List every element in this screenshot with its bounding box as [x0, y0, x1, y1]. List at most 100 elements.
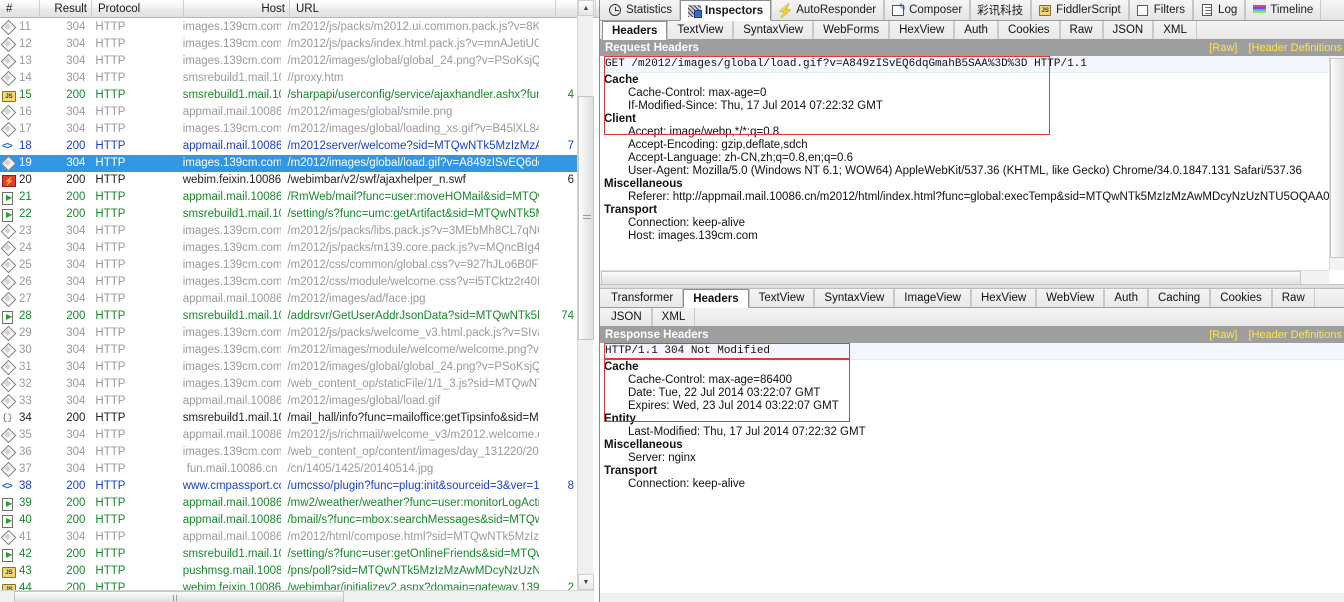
request-vertical-scrollbar[interactable] [1329, 56, 1344, 270]
response-header-item[interactable]: Expires: Wed, 23 Jul 2014 03:22:07 GMT [600, 399, 1344, 412]
response-tab-syntaxview[interactable]: SyntaxView [814, 289, 895, 307]
column-header-num[interactable]: # [0, 0, 40, 18]
sessions-vscroll-thumb[interactable] [578, 96, 594, 340]
request-tab-hexview[interactable]: HexView [889, 21, 955, 39]
request-header-item[interactable]: User-Agent: Mozilla/5.0 (Windows NT 6.1;… [600, 164, 1344, 177]
table-row[interactable]: 23 304 HTTP images.139cm.com/m2012/js/packs… [0, 223, 578, 240]
tab-statistics[interactable]: Statistics [602, 0, 681, 20]
table-row[interactable]: 17 304 HTTP images.139cm.com/m2012/images/g… [0, 121, 578, 138]
response-tab-textview[interactable]: TextView [748, 289, 815, 307]
sessions-hscroll-thumb[interactable] [14, 591, 344, 602]
request-raw-link[interactable]: [Raw] [1209, 42, 1237, 54]
table-row[interactable]: JS15 200 HTTP smsrebuild1.mail.1008... /shar… [0, 87, 578, 104]
request-tab-webforms[interactable]: WebForms [813, 21, 890, 39]
request-header-item[interactable]: Referer: http://appmail.mail.10086.cn/m2… [600, 190, 1344, 203]
table-row[interactable]: 31 304 HTTP images.139cm.com/m2012/images/g… [0, 359, 578, 376]
tab-autoresponder[interactable]: ⚡ AutoResponder [771, 0, 885, 20]
table-row[interactable]: 12 304 HTTP images.139cm.com/m2012/js/packs… [0, 36, 578, 53]
request-header-definitions-link[interactable]: [Header Definitions [1248, 42, 1342, 54]
table-row[interactable]: 30 304 HTTP images.139cm.com/m2012/images/m… [0, 342, 578, 359]
scroll-down-arrow-icon[interactable]: ▼ [578, 574, 594, 590]
response-tab-hexview[interactable]: HexView [970, 289, 1037, 307]
request-tab-cookies[interactable]: Cookies [997, 21, 1060, 39]
tab-timeline[interactable]: Timeline [1245, 0, 1322, 20]
request-tab-headers[interactable]: Headers [602, 21, 668, 40]
table-row[interactable]: 36 304 HTTP images.139cm.com/web_content_op… [0, 444, 578, 461]
tab-composer[interactable]: Composer [884, 0, 971, 20]
table-row[interactable]: 37 304 HTTP fun.mail.10086.cn/cn/1405/1425/… [0, 461, 578, 478]
main-tab-strip[interactable]: Statistics Inspectors ⚡AutoResponder Compos… [600, 0, 1344, 21]
table-row[interactable]: 28 200 HTTP smsrebuild1.mail.1008... /addrsv… [0, 308, 578, 325]
table-row[interactable]: 21 200 HTTP appmail.mail.10086.cn/RmWeb/mai… [0, 189, 578, 206]
table-row[interactable]: 27 304 HTTP appmail.mail.10086.cn/m2012/ima… [0, 291, 578, 308]
request-horizontal-scrollbar[interactable] [600, 270, 1329, 284]
table-row[interactable]: 24 304 HTTP images.139cm.com/m2012/js/packs… [0, 240, 578, 257]
response-tab-json[interactable]: JSON [602, 308, 652, 326]
request-header-item[interactable]: Host: images.139cm.com [600, 229, 1344, 242]
table-row[interactable]: <> 18 200 HTTP appmail.mail.10086.cn/m2012se… [0, 138, 578, 155]
table-row[interactable]: 14 304 HTTP smsrebuild1.mail.1008... //proxy… [0, 70, 578, 87]
table-row[interactable]: 42 200 HTTP smsrebuild1.mail.1008... /settin… [0, 546, 578, 563]
table-row[interactable]: {} 34 200 HTTP smsrebuild1.mail.1008... /mail… [0, 410, 578, 427]
response-tab-webview[interactable]: WebView [1036, 289, 1105, 307]
request-vscroll-thumb[interactable] [1330, 58, 1344, 258]
table-row[interactable]: 19 304 HTTP images.139cm.com/m2012/images/g… [0, 155, 578, 172]
request-tab-raw[interactable]: Raw [1059, 21, 1103, 39]
response-header-item[interactable]: Cache-Control: max-age=86400 [600, 373, 1344, 386]
response-tab-transformer[interactable]: Transformer [602, 289, 684, 307]
tab-log[interactable]: Log [1193, 0, 1246, 20]
request-header-item[interactable]: Accept-Language: zh-CN,zh;q=0.8,en;q=0.6 [600, 151, 1344, 164]
tab-fiddlerscript[interactable]: JS FiddlerScript [1031, 0, 1129, 20]
table-row[interactable]: 32 304 HTTP images.139cm.com/web_content_op… [0, 376, 578, 393]
response-header-item[interactable]: Last-Modified: Thu, 17 Jul 2014 07:22:32… [600, 425, 1344, 438]
request-header-item[interactable]: Cache-Control: max-age=0 [600, 86, 1344, 99]
request-header-item[interactable]: Accept-Encoding: gzip,deflate,sdch [600, 138, 1344, 151]
table-row[interactable]: 35 304 HTTP appmail.mail.10086.cn/m2012/js/… [0, 427, 578, 444]
response-header-item[interactable]: Date: Tue, 22 Jul 2014 03:22:07 GMT [600, 386, 1344, 399]
response-header-item[interactable]: Server: nginx [600, 451, 1344, 464]
request-header-item[interactable]: If-Modified-Since: Thu, 17 Jul 2014 07:2… [600, 99, 1344, 112]
response-tab-raw[interactable]: Raw [1271, 289, 1315, 307]
response-tab-auth[interactable]: Auth [1104, 289, 1148, 307]
table-row[interactable]: 11 304 HTTP images.139cm.com/m2012/js/packs… [0, 19, 578, 36]
table-row[interactable]: 13 304 HTTP images.139cm.com/m2012/images/g… [0, 53, 578, 70]
table-row[interactable]: 29 304 HTTP images.139cm.com/m2012/js/packs… [0, 325, 578, 342]
tab-inspectors[interactable]: Inspectors [680, 0, 772, 21]
sessions-horizontal-scrollbar[interactable] [0, 590, 594, 602]
table-row[interactable]: 41 304 HTTP appmail.mail.10086.cn/m2012/htm… [0, 529, 578, 546]
table-row[interactable]: <> 38 200 HTTP www.cmpassport.com/umcsso/plu… [0, 478, 578, 495]
column-header-protocol[interactable]: Protocol [92, 0, 184, 18]
column-header-host[interactable]: Host [184, 0, 290, 18]
response-tab-cookies[interactable]: Cookies [1210, 289, 1272, 307]
table-row[interactable]: JS43 200 HTTP pushmsg.mail.10086.cn/pns/pol… [0, 563, 578, 580]
response-header-item[interactable]: Connection: keep-alive [600, 477, 1344, 490]
table-row[interactable]: 40 200 HTTP appmail.mail.10086.cn/bmail/s?f… [0, 512, 578, 529]
scroll-up-arrow-icon[interactable]: ▲ [578, 0, 594, 16]
request-header-item[interactable]: Connection: keep-alive [600, 216, 1344, 229]
table-row[interactable]: 22 200 HTTP smsrebuild1.mail.1008... /settin… [0, 206, 578, 223]
table-row[interactable]: ⚡20 200 HTTP webim.feixin.10086.cn/webimbar… [0, 172, 578, 189]
request-header-item[interactable]: Accept: image/webp,*/*;q=0.8 [600, 125, 1344, 138]
request-tab-syntaxview[interactable]: SyntaxView [733, 21, 814, 39]
sessions-vertical-scrollbar[interactable]: ▲ ▼ [577, 0, 594, 602]
request-tab-textview[interactable]: TextView [667, 21, 734, 39]
table-row[interactable]: 25 304 HTTP images.139cm.com/m2012/css/comm… [0, 257, 578, 274]
request-tab-json[interactable]: JSON [1102, 21, 1154, 39]
column-header-url[interactable]: URL [290, 0, 556, 18]
table-row[interactable]: 33 304 HTTP appmail.mail.10086.cn/m2012/ima… [0, 393, 578, 410]
response-tab-caching[interactable]: Caching [1147, 289, 1211, 307]
table-row[interactable]: 39 200 HTTP appmail.mail.10086.cn/mw2/weath… [0, 495, 578, 512]
response-tab-strip-row1[interactable]: Transformer Headers TextView SyntaxView Imag… [600, 289, 1344, 308]
sessions-rows[interactable]: 11 304 HTTP images.139cm.com/m2012/js/packs… [0, 19, 578, 592]
response-tab-strip-row2[interactable]: JSON XML [600, 308, 1344, 327]
table-row[interactable]: 16 304 HTTP appmail.mail.10086.cn/m2012/ima… [0, 104, 578, 121]
request-tab-strip[interactable]: Headers TextView SyntaxView WebForms HexView… [600, 21, 1344, 40]
request-hscroll-thumb[interactable] [601, 271, 1301, 284]
response-raw-link[interactable]: [Raw] [1209, 329, 1237, 341]
column-header-result[interactable]: Result [40, 0, 92, 18]
tab-彩讯科技[interactable]: 彩讯科技 [970, 0, 1032, 20]
table-row[interactable]: 26 304 HTTP images.139cm.com/m2012/css/modu… [0, 274, 578, 291]
request-tab-auth[interactable]: Auth [954, 21, 998, 39]
response-tab-headers[interactable]: Headers [683, 289, 749, 308]
response-tab-imageview[interactable]: ImageView [894, 289, 971, 307]
